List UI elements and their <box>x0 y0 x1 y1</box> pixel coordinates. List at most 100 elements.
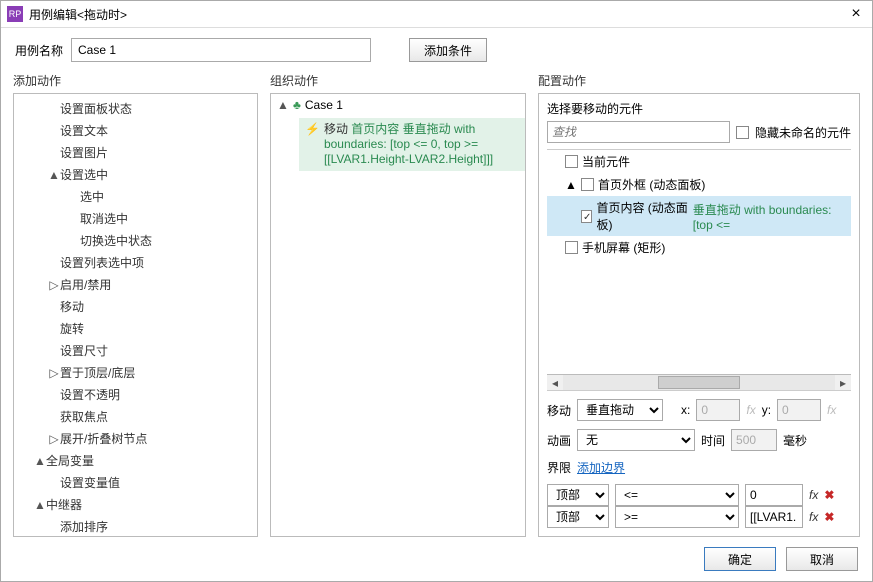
move-type-select[interactable]: 垂直拖动 <box>577 399 663 421</box>
tree-item-label: 移动 <box>60 298 84 316</box>
case-name-label: 用例名称 <box>15 42 63 59</box>
h-scrollbar[interactable]: ◂ ▸ <box>547 374 851 390</box>
select-widget-label: 选择要移动的元件 <box>539 94 859 121</box>
widget-checkbox[interactable] <box>565 241 578 254</box>
tree-item[interactable]: 设置变量值 <box>14 472 257 494</box>
tree-item[interactable]: 设置不透明 <box>14 384 257 406</box>
boundary-value-input[interactable] <box>745 484 803 506</box>
chevron-icon[interactable]: ▲ <box>565 178 577 192</box>
tree-twisty-icon[interactable]: ▷ <box>48 364 60 382</box>
tree-item[interactable]: ▷置于顶层/底层 <box>14 362 257 384</box>
tree-item[interactable]: 获取焦点 <box>14 406 257 428</box>
action-text: 移动 首页内容 垂直拖动 with boundaries: [top <= 0,… <box>324 122 519 167</box>
tree-twisty-icon[interactable]: ▷ <box>48 430 60 448</box>
ms-label: 毫秒 <box>783 432 807 449</box>
action-bolt-icon: ⚡ <box>305 122 320 167</box>
widget-label: 当前元件 <box>582 153 630 170</box>
tree-item-label: 设置尺寸 <box>60 342 108 360</box>
configure-action-panel: 选择要移动的元件 隐藏未命名的元件 当前元件▲首页外框 (动态面板)首页内容 (… <box>538 93 860 537</box>
case-name-input[interactable] <box>71 38 371 62</box>
case-name-row: 用例名称 添加条件 <box>1 28 872 72</box>
widget-checkbox[interactable] <box>581 178 594 191</box>
tree-item[interactable]: ▲设置选中 <box>14 164 257 186</box>
tree-item[interactable]: 取消选中 <box>14 208 257 230</box>
time-label: 时间 <box>701 432 725 449</box>
delete-icon[interactable]: ✖ <box>824 488 834 502</box>
widget-row[interactable]: 首页内容 (动态面板) 垂直拖动 with boundaries: [top <… <box>547 196 851 236</box>
close-icon[interactable]: × <box>846 5 866 23</box>
op-select[interactable]: <= <box>615 484 739 506</box>
app-icon: RP <box>7 6 23 22</box>
action-type: 垂直拖动 <box>403 122 454 136</box>
tree-item-label: 展开/折叠树节点 <box>60 430 147 448</box>
tree-item[interactable]: 设置面板状态 <box>14 98 257 120</box>
tree-item[interactable]: 旋转 <box>14 318 257 340</box>
case-node[interactable]: ▲ ♣ Case 1 <box>271 94 525 116</box>
tree-item[interactable]: ▷展开/折叠树节点 <box>14 428 257 450</box>
tree-twisty-icon[interactable]: ▲ <box>48 166 60 184</box>
widget-checkbox[interactable] <box>581 210 592 223</box>
tree-item[interactable]: 设置图片 <box>14 142 257 164</box>
anim-label: 动画 <box>547 432 571 449</box>
add-actions-panel: 设置面板状态设置文本设置图片▲设置选中选中取消选中切换选中状态设置列表选中项▷启… <box>13 93 258 537</box>
time-input <box>731 429 777 451</box>
chevron-down-icon[interactable]: ▲ <box>277 98 289 112</box>
widget-row[interactable]: 手机屏幕 (矩形) <box>547 236 851 259</box>
tree-item[interactable]: 移动 <box>14 296 257 318</box>
anim-select[interactable]: 无 <box>577 429 695 451</box>
action-target: 首页内容 <box>351 122 402 136</box>
y-label: y: <box>762 403 771 417</box>
tree-item-label: 置于顶层/底层 <box>60 364 135 382</box>
y-input <box>777 399 821 421</box>
widget-label: 首页内容 (动态面板) <box>596 199 688 233</box>
tree-twisty-icon[interactable]: ▷ <box>48 276 60 294</box>
tree-item[interactable]: ▲中继器 <box>14 494 257 516</box>
scroll-thumb[interactable] <box>658 376 740 389</box>
anim-line: 动画 无 时间 毫秒 <box>547 429 851 451</box>
add-boundary-link[interactable]: 添加边界 <box>577 459 625 476</box>
search-input[interactable] <box>547 121 730 143</box>
tree-item[interactable]: 设置文本 <box>14 120 257 142</box>
edge-select[interactable]: 顶部 <box>547 484 609 506</box>
x-fx: fx <box>746 403 755 417</box>
action-item[interactable]: ⚡ 移动 首页内容 垂直拖动 with boundaries: [top <= … <box>299 118 525 171</box>
y-fx: fx <box>827 403 836 417</box>
edge-select[interactable]: 顶部 <box>547 506 609 528</box>
widget-checkbox[interactable] <box>565 155 578 168</box>
hide-unnamed-checkbox[interactable] <box>736 126 749 139</box>
mid-title: 组织动作 <box>270 72 526 89</box>
tree-item-label: 设置面板状态 <box>60 100 132 118</box>
tree-item[interactable]: 设置尺寸 <box>14 340 257 362</box>
title-bar: RP 用例编辑<拖动时> × <box>1 1 872 28</box>
tree-item[interactable]: 设置列表选中项 <box>14 252 257 274</box>
bounds-line: 界限 添加边界 <box>547 459 851 476</box>
tree-item[interactable]: ▷启用/禁用 <box>14 274 257 296</box>
fx-button[interactable]: fx <box>809 510 818 524</box>
boundary-row: 顶部 <= fx ✖ <box>547 484 851 506</box>
fx-button[interactable]: fx <box>809 488 818 502</box>
tree-item[interactable]: ▲全局变量 <box>14 450 257 472</box>
add-condition-button[interactable]: 添加条件 <box>409 38 487 62</box>
tree-item[interactable]: 选中 <box>14 186 257 208</box>
boundary-value-input[interactable] <box>745 506 803 528</box>
tree-twisty-icon[interactable]: ▲ <box>34 496 46 514</box>
tree-item-label: 中继器 <box>46 496 82 514</box>
tree-item-label: 设置选中 <box>60 166 108 184</box>
tree-item-label: 启用/禁用 <box>60 276 111 294</box>
scroll-right-icon[interactable]: ▸ <box>835 376 851 390</box>
cancel-button[interactable]: 取消 <box>786 547 858 571</box>
boundary-row: 顶部 >= fx ✖ <box>547 506 851 528</box>
tree-item[interactable]: 切换选中状态 <box>14 230 257 252</box>
delete-icon[interactable]: ✖ <box>824 510 834 524</box>
scroll-left-icon[interactable]: ◂ <box>547 376 563 390</box>
organize-actions-panel: ▲ ♣ Case 1 ⚡ 移动 首页内容 垂直拖动 with boundarie… <box>270 93 526 537</box>
widget-row[interactable]: ▲首页外框 (动态面板) <box>547 173 851 196</box>
tree-item[interactable]: 添加排序 <box>14 516 257 537</box>
bounds-label: 界限 <box>547 459 571 476</box>
ok-button[interactable]: 确定 <box>704 547 776 571</box>
window-title: 用例编辑<拖动时> <box>29 6 846 23</box>
tree-twisty-icon[interactable]: ▲ <box>34 452 46 470</box>
move-label: 移动 <box>547 402 571 419</box>
op-select[interactable]: >= <box>615 506 739 528</box>
widget-row[interactable]: 当前元件 <box>547 150 851 173</box>
